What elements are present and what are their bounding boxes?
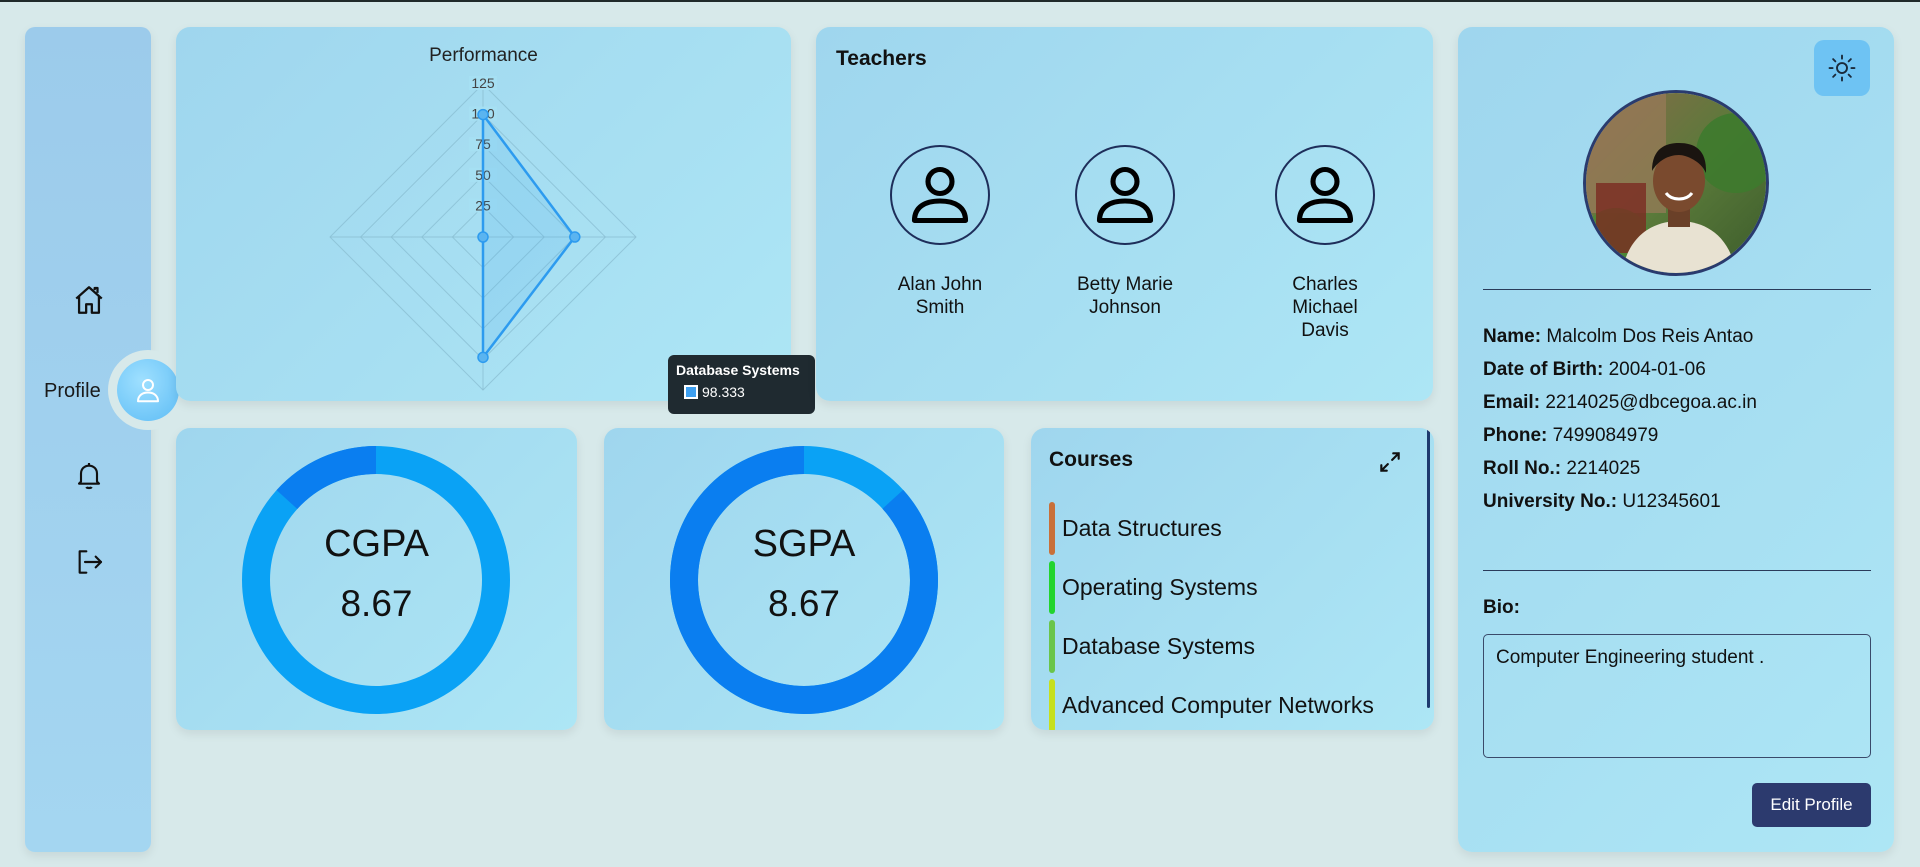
- course-name: Advanced Computer Networks: [1062, 692, 1374, 718]
- teacher-name: Betty Marie Johnson: [1076, 274, 1174, 318]
- radar-series-line: [481, 110, 577, 362]
- course-color-bar: [1049, 502, 1055, 555]
- phone-value: 7499084979: [1552, 425, 1659, 446]
- course-item[interactable]: Advanced Computer Networks: [1049, 679, 1374, 730]
- name-label: Name:: [1483, 326, 1542, 347]
- chart-tooltip: Database Systems 98.333: [668, 355, 815, 414]
- profile-university-row: University No.: U12345601: [1483, 491, 1721, 513]
- phone-label: Phone:: [1483, 425, 1548, 446]
- profile-phone-row: Phone: 7499084979: [1483, 425, 1658, 447]
- teacher-item[interactable]: Betty Marie Johnson: [1030, 145, 1220, 319]
- name-value: Malcolm Dos Reis Antao: [1546, 326, 1754, 347]
- university-label: University No.:: [1483, 491, 1618, 512]
- theme-toggle-button[interactable]: [1814, 40, 1870, 96]
- teacher-item[interactable]: Alan John Smith: [845, 145, 1035, 319]
- profile-card: Name: Malcolm Dos Reis Antao Date of Bir…: [1458, 27, 1894, 852]
- divider: [1483, 289, 1871, 290]
- course-name: Database Systems: [1062, 633, 1256, 659]
- courses-title: Courses: [1049, 448, 1134, 471]
- bell-icon[interactable]: [71, 457, 107, 493]
- tooltip-swatch: [684, 385, 698, 399]
- bio-textarea[interactable]: Computer Engineering student .: [1483, 634, 1871, 758]
- sgpa-donut: [670, 446, 938, 714]
- teacher-name: Charles Michael Davis: [1292, 274, 1358, 341]
- sun-icon: [1828, 54, 1856, 82]
- sidebar: [25, 27, 151, 852]
- expand-icon[interactable]: [1376, 448, 1404, 476]
- teacher-avatar-icon: [1275, 145, 1375, 245]
- radar-point: [477, 108, 489, 121]
- dob-label: Date of Birth:: [1483, 359, 1604, 380]
- radar-point: [477, 231, 489, 243]
- teacher-avatar-icon: [1075, 145, 1175, 245]
- courses-card: Courses Data Structures Operating System…: [1031, 428, 1434, 730]
- performance-card: Performance 255075100125 Database System…: [176, 27, 815, 414]
- performance-radar-chart[interactable]: 255075100125: [176, 27, 791, 401]
- sidebar-item-profile[interactable]: [117, 359, 179, 421]
- profile-email-row: Email: 2214025@dbcegoa.ac.in: [1483, 392, 1757, 414]
- divider: [1483, 570, 1871, 571]
- email-label: Email:: [1483, 392, 1541, 413]
- university-value: U12345601: [1622, 491, 1721, 512]
- dob-value: 2004-01-06: [1608, 359, 1706, 380]
- sgpa-value: 8.67: [767, 583, 840, 624]
- course-name: Operating Systems: [1062, 574, 1258, 600]
- radar-point: [477, 351, 489, 364]
- course-item[interactable]: Database Systems: [1049, 620, 1255, 673]
- roll-value: 2214025: [1566, 458, 1641, 479]
- cgpa-donut: [242, 446, 510, 714]
- course-color-bar: [1049, 679, 1055, 730]
- radar-tick-label: 125: [471, 75, 495, 91]
- roll-label: Roll No.:: [1483, 458, 1562, 479]
- profile-roll-row: Roll No.: 2214025: [1483, 458, 1640, 480]
- sgpa-label: SGPA: [752, 523, 856, 565]
- course-color-bar: [1049, 620, 1055, 673]
- profile-photo: [1583, 90, 1769, 276]
- home-icon[interactable]: [71, 282, 107, 318]
- tooltip-label: Database Systems: [676, 362, 800, 378]
- edit-profile-button[interactable]: Edit Profile: [1752, 783, 1871, 827]
- cgpa-label: CGPA: [324, 523, 429, 565]
- email-value: 2214025@dbcegoa.ac.in: [1545, 392, 1757, 413]
- logout-icon[interactable]: [71, 544, 107, 580]
- radar-point: [569, 231, 581, 243]
- teachers-card: Teachers Alan John Smith Betty Marie Joh…: [816, 27, 1433, 401]
- profile-name-row: Name: Malcolm Dos Reis Antao: [1483, 326, 1753, 348]
- teacher-name: Alan John Smith: [897, 274, 983, 318]
- teacher-item[interactable]: Charles Michael Davis: [1230, 145, 1420, 342]
- course-name: Data Structures: [1062, 515, 1222, 541]
- teacher-avatar-icon: [890, 145, 990, 245]
- cgpa-card: CGPA 8.67: [176, 428, 577, 730]
- cgpa-value: 8.67: [340, 583, 413, 624]
- courses-scrollbar[interactable]: [1427, 428, 1430, 708]
- course-item[interactable]: Operating Systems: [1049, 561, 1258, 614]
- sidebar-profile-label[interactable]: Profile: [44, 380, 101, 403]
- top-border: [0, 0, 1920, 2]
- tooltip-value: 98.333: [702, 384, 745, 400]
- course-item[interactable]: Data Structures: [1049, 502, 1222, 555]
- profile-dob-row: Date of Birth: 2004-01-06: [1483, 359, 1706, 381]
- bio-label: Bio:: [1483, 597, 1520, 618]
- sgpa-card: SGPA 8.67: [604, 428, 1004, 730]
- course-color-bar: [1049, 561, 1055, 614]
- teachers-title: Teachers: [836, 47, 927, 70]
